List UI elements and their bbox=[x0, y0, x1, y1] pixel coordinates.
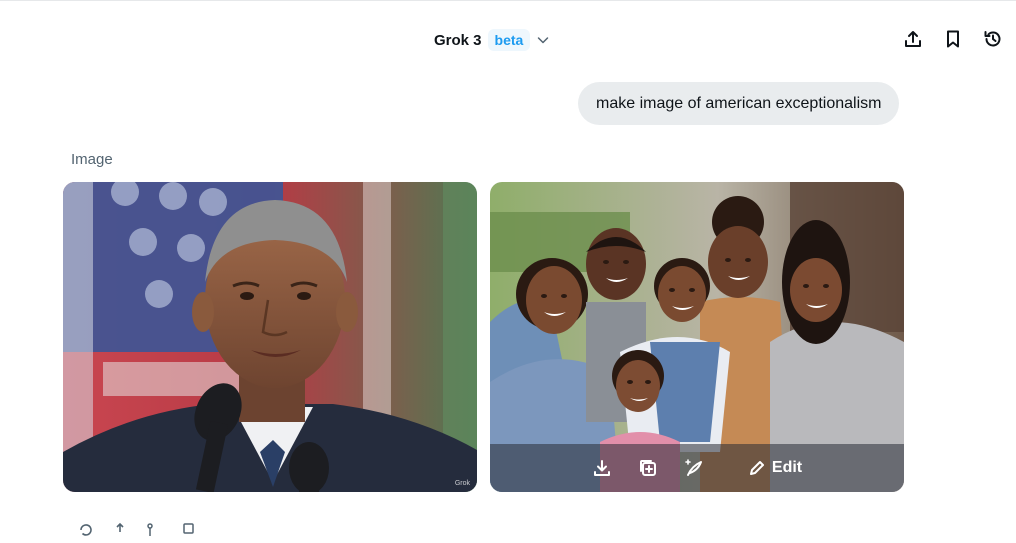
edit-button[interactable]: Edit bbox=[748, 459, 802, 477]
copy-icon[interactable] bbox=[180, 522, 196, 538]
model-name: Grok 3 bbox=[434, 31, 482, 49]
branch-icon[interactable] bbox=[146, 522, 162, 538]
download-icon[interactable] bbox=[592, 458, 612, 478]
image-action-bar: Edit bbox=[490, 444, 904, 492]
bookmark-icon[interactable] bbox=[942, 28, 964, 50]
generated-image-2[interactable]: Edit bbox=[490, 182, 904, 492]
regenerate-icon[interactable] bbox=[78, 522, 94, 538]
speaker-photo bbox=[63, 182, 477, 492]
magic-quill-icon[interactable] bbox=[684, 458, 704, 478]
beta-badge: beta bbox=[487, 29, 531, 51]
user-message: make image of american exceptionalism bbox=[578, 82, 900, 125]
chevron-down-icon bbox=[536, 33, 550, 47]
response-actions bbox=[78, 522, 196, 538]
pencil-icon bbox=[748, 459, 766, 477]
share-icon[interactable] bbox=[902, 28, 924, 50]
add-image-icon[interactable] bbox=[638, 458, 658, 478]
share-response-icon[interactable] bbox=[112, 522, 128, 538]
model-selector[interactable]: Grok 3 beta bbox=[426, 26, 558, 54]
grok-watermark: Grok bbox=[454, 480, 470, 487]
edit-label: Edit bbox=[771, 459, 803, 476]
generated-image-1[interactable]: Grok bbox=[63, 182, 477, 492]
response-label: Image bbox=[71, 151, 113, 168]
history-icon[interactable] bbox=[982, 28, 1004, 50]
header-actions bbox=[902, 28, 1004, 50]
header: Grok 3 beta bbox=[0, 0, 1016, 80]
